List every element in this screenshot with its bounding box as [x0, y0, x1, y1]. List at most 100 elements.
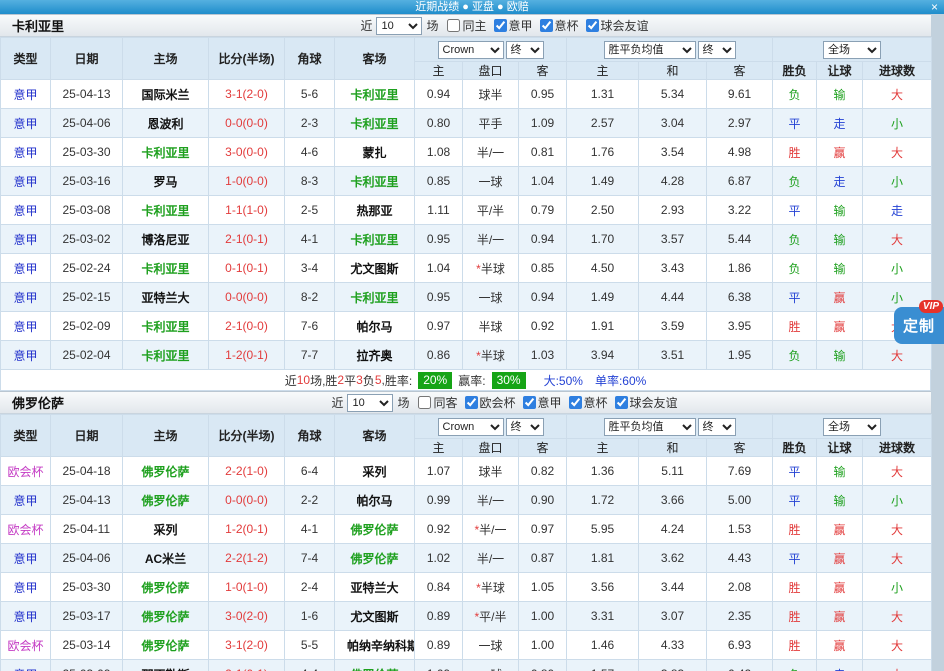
league-cell: 意甲: [1, 196, 51, 225]
avg-away-cell: 7.69: [707, 457, 773, 486]
home-odds-cell: 0.92: [415, 515, 463, 544]
handicap-cell: 平手: [463, 109, 519, 138]
avg-select[interactable]: 胜平负均值: [604, 418, 696, 436]
filter-checkbox[interactable]: 同主: [447, 17, 486, 34]
filter-checkbox[interactable]: 意甲: [523, 394, 562, 411]
checkbox-checked-icon[interactable]: [523, 396, 536, 409]
avg-header-cell: 胜平负均值终: [567, 415, 773, 439]
odds-final-select[interactable]: 终: [506, 41, 544, 59]
avg-final-select[interactable]: 终: [698, 41, 736, 59]
handicap-result-cell: 赢: [817, 515, 863, 544]
avg-select[interactable]: 胜平负均值: [604, 41, 696, 59]
filter-checkbox[interactable]: 意杯: [540, 17, 579, 34]
recent-label: 近: [360, 17, 372, 34]
result-column-header: 让球: [817, 62, 863, 80]
match-row: 意甲25-03-09那不勒斯2-1(0-1)4-4佛罗伦萨1.09一球0.801…: [1, 660, 932, 671]
odds-final-select[interactable]: 终: [506, 418, 544, 436]
corner-cell: 3-4: [285, 254, 335, 283]
corner-cell: 2-4: [285, 573, 335, 602]
filter-checkbox[interactable]: 意甲: [494, 17, 533, 34]
score-cell: 3-1(2-0): [209, 80, 285, 109]
goals-result-cell: 大: [863, 602, 932, 631]
filter-checkbox[interactable]: 意杯: [569, 394, 608, 411]
home-team-cell: 卡利亚里: [123, 254, 209, 283]
filter-checkbox[interactable]: 欧会杯: [465, 394, 516, 411]
filter-checkbox[interactable]: 球会友谊: [615, 394, 678, 411]
summary-text: 场,胜: [310, 372, 337, 389]
vip-widget[interactable]: VIP 定制: [894, 307, 944, 344]
summary-text: 平: [344, 372, 356, 389]
result-cell: 负: [773, 167, 817, 196]
match-row: 意甲25-02-04卡利亚里1-2(0-1)7-7拉齐奥0.86*半球1.033…: [1, 341, 932, 370]
away-odds-cell: 0.80: [519, 660, 567, 671]
close-icon[interactable]: ×: [931, 0, 938, 14]
sub-column-header: 客: [707, 62, 773, 80]
away-odds-cell: 0.97: [519, 515, 567, 544]
handicap-result-cell: 走: [817, 167, 863, 196]
bookmaker-select[interactable]: Crown: [438, 41, 504, 59]
avg-draw-cell: 5.34: [639, 80, 707, 109]
page: { "topbar": {"title": "近期战绩 ● 亚盘 ● 欧赔", …: [0, 0, 944, 671]
goals-result-cell: 小: [863, 254, 932, 283]
avg-draw-cell: 4.24: [639, 515, 707, 544]
home-odds-cell: 1.07: [415, 457, 463, 486]
section-header-bar: 佛罗伦萨近10场同客欧会杯意甲意杯球会友谊: [0, 391, 931, 414]
filter-checkbox[interactable]: 同客: [418, 394, 457, 411]
checkbox-checked-icon[interactable]: [494, 19, 507, 32]
recent-count-select[interactable]: 10: [347, 394, 393, 412]
handicap-cell: 半/一: [463, 138, 519, 167]
avg-draw-cell: 3.44: [639, 573, 707, 602]
header-row-top: 类型日期主场比分(半场)角球客场Crown终胜平负均值终全场: [1, 38, 932, 62]
result-cell: 平: [773, 544, 817, 573]
date-cell: 25-04-06: [51, 544, 123, 573]
away-odds-cell: 0.82: [519, 457, 567, 486]
away-team-cell: 帕尔马: [335, 312, 415, 341]
checkbox-checked-icon[interactable]: [465, 396, 478, 409]
checkbox-checked-icon[interactable]: [586, 19, 599, 32]
sub-column-header: 和: [639, 439, 707, 457]
checkbox-checked-icon[interactable]: [615, 396, 628, 409]
goals-result-cell: 大: [863, 457, 932, 486]
result-cell: 负: [773, 660, 817, 671]
date-cell: 25-02-24: [51, 254, 123, 283]
team-section: 卡利亚里近10场同主意甲意杯球会友谊类型日期主场比分(半场)角球客场Crown终…: [0, 14, 931, 391]
stats-table: 类型日期主场比分(半场)角球客场Crown终胜平负均值终全场主盘口客主和客胜负让…: [0, 414, 932, 671]
customize-button[interactable]: 定制: [903, 315, 935, 336]
score-cell: 1-2(0-1): [209, 515, 285, 544]
checkbox-unchecked-icon[interactable]: [447, 19, 460, 32]
corner-cell: 5-6: [285, 80, 335, 109]
corner-cell: 4-4: [285, 660, 335, 671]
scope-select[interactable]: 全场: [823, 41, 881, 59]
avg-home-cell: 3.56: [567, 573, 639, 602]
checkbox-checked-icon[interactable]: [540, 19, 553, 32]
home-odds-cell: 1.08: [415, 138, 463, 167]
team-name: 佛罗伦萨: [0, 393, 76, 412]
recent-count-select[interactable]: 10: [376, 17, 422, 35]
checkbox-unchecked-icon[interactable]: [418, 396, 431, 409]
corner-cell: 7-7: [285, 341, 335, 370]
topbar-title: 近期战绩 ● 亚盘 ● 欧赔: [415, 0, 529, 14]
league-cell: 意甲: [1, 573, 51, 602]
corner-cell: 8-2: [285, 283, 335, 312]
sub-column-header: 客: [707, 439, 773, 457]
league-cell: 意甲: [1, 341, 51, 370]
summary-text: 近: [285, 372, 297, 389]
home-team-cell: 卡利亚里: [123, 312, 209, 341]
date-cell: 25-03-30: [51, 573, 123, 602]
handicap-result-cell: 输: [817, 254, 863, 283]
sub-column-header: 和: [639, 62, 707, 80]
avg-home-cell: 5.95: [567, 515, 639, 544]
checkbox-checked-icon[interactable]: [569, 396, 582, 409]
sub-column-header: 主: [567, 439, 639, 457]
column-header: 主场: [123, 38, 209, 80]
avg-away-cell: 2.97: [707, 109, 773, 138]
avg-away-cell: 3.22: [707, 196, 773, 225]
score-cell: 2-2(1-2): [209, 544, 285, 573]
result-cell: 胜: [773, 515, 817, 544]
filter-checkbox[interactable]: 球会友谊: [586, 17, 649, 34]
handicap-result-cell: 赢: [817, 573, 863, 602]
away-team-cell: 卡利亚里: [335, 225, 415, 254]
scope-select[interactable]: 全场: [823, 418, 881, 436]
bookmaker-select[interactable]: Crown: [438, 418, 504, 436]
avg-final-select[interactable]: 终: [698, 418, 736, 436]
